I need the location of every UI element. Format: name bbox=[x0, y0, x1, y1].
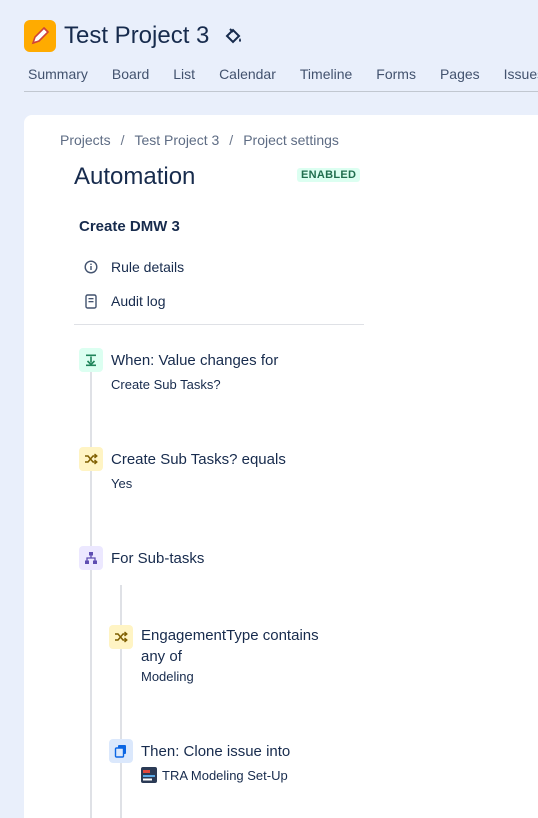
breadcrumb: Projects / Test Project 3 / Project sett… bbox=[60, 132, 339, 148]
nav-pages[interactable]: Pages bbox=[440, 66, 480, 82]
page-title: Automation bbox=[74, 163, 196, 190]
nav-issues[interactable]: Issues bbox=[504, 66, 538, 82]
nav-summary[interactable]: Summary bbox=[28, 66, 88, 82]
condition-title: Create Sub Tasks? equals bbox=[111, 451, 286, 468]
sub-condition-title-line1: EngagementType contains bbox=[141, 627, 319, 644]
rule-name: Create DMW 3 bbox=[79, 218, 180, 235]
breadcrumb-separator: / bbox=[229, 132, 234, 148]
project-title: Test Project 3 bbox=[64, 22, 210, 49]
trigger-icon bbox=[79, 348, 103, 372]
branch-connector bbox=[120, 585, 122, 818]
nav-list[interactable]: List bbox=[173, 66, 195, 82]
breadcrumb-projects[interactable]: Projects bbox=[60, 132, 111, 148]
nav-calendar[interactable]: Calendar bbox=[219, 66, 276, 82]
breadcrumb-separator: / bbox=[120, 132, 125, 148]
section-divider bbox=[74, 324, 364, 325]
rule-details-label: Rule details bbox=[111, 259, 185, 275]
status-badge: ENABLED bbox=[297, 168, 361, 182]
trigger-field: Create Sub Tasks? bbox=[111, 377, 221, 392]
main-panel: Projects / Test Project 3 / Project sett… bbox=[24, 115, 538, 818]
hierarchy-icon bbox=[79, 546, 103, 570]
condition-value: Yes bbox=[111, 476, 133, 491]
nav-board[interactable]: Board bbox=[112, 66, 149, 82]
branch-title: For Sub-tasks bbox=[111, 550, 205, 567]
document-icon bbox=[82, 292, 100, 310]
trigger-title: When: Value changes for bbox=[111, 352, 279, 369]
shuffle-icon bbox=[109, 625, 133, 649]
rule-details-link[interactable]: Rule details bbox=[82, 258, 184, 276]
audit-log-link[interactable]: Audit log bbox=[82, 292, 165, 310]
info-icon bbox=[82, 258, 100, 276]
action-target-label: TRA Modeling Set-Up bbox=[162, 767, 288, 783]
nav-timeline[interactable]: Timeline bbox=[300, 66, 352, 82]
nav-divider bbox=[24, 91, 538, 92]
shuffle-icon bbox=[79, 447, 103, 471]
sub-condition-value: Modeling bbox=[141, 669, 194, 684]
project-avatar-icon bbox=[141, 767, 157, 783]
pencil-icon bbox=[31, 26, 50, 45]
paint-bucket-icon[interactable] bbox=[224, 27, 242, 47]
breadcrumb-settings[interactable]: Project settings bbox=[243, 132, 339, 148]
action-target[interactable]: TRA Modeling Set-Up bbox=[141, 767, 288, 783]
copy-icon bbox=[109, 739, 133, 763]
flow-connector bbox=[90, 368, 92, 818]
project-header: Test Project 3 Summary Board List Calend… bbox=[0, 0, 538, 92]
breadcrumb-project[interactable]: Test Project 3 bbox=[134, 132, 219, 148]
project-nav: Summary Board List Calendar Timeline For… bbox=[28, 66, 538, 82]
action-title: Then: Clone issue into bbox=[141, 743, 291, 760]
sub-condition-title-line2: any of bbox=[141, 648, 182, 665]
nav-forms[interactable]: Forms bbox=[376, 66, 416, 82]
audit-log-label: Audit log bbox=[111, 293, 166, 309]
project-avatar[interactable] bbox=[24, 20, 56, 52]
